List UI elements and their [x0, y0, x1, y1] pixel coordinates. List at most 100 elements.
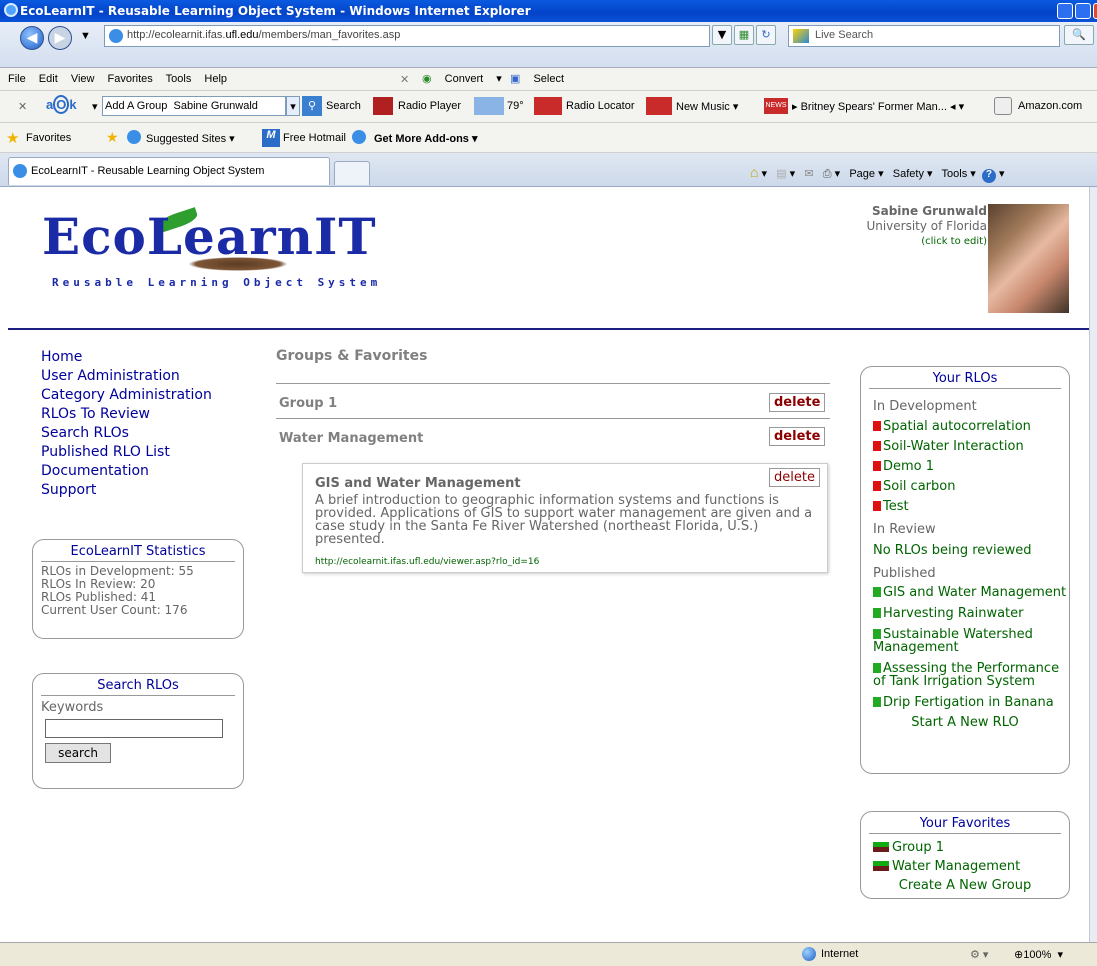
menu-help[interactable]: Help [204, 73, 227, 85]
tools-menu[interactable]: Tools ▾ [942, 168, 976, 180]
search-button[interactable]: search [45, 743, 111, 763]
close-button[interactable] [1093, 3, 1097, 19]
nav-rlos-to-review[interactable]: RLOs To Review [41, 405, 212, 424]
toolbar-radio-player[interactable]: Radio Player [398, 100, 461, 112]
close-toolbar-icon[interactable]: ✕ [400, 73, 409, 86]
help-icon[interactable]: ? [981, 169, 996, 183]
toolbar-new-music[interactable]: New Music ▾ [676, 100, 738, 113]
select-button[interactable]: ▣ Select [510, 72, 574, 85]
rlo-dev-item[interactable]: Demo 1 [861, 460, 1069, 473]
rlo-pub-item[interactable]: Harvesting Rainwater [861, 607, 1069, 620]
menu-edit[interactable]: Edit [39, 73, 58, 85]
in-review-label: In Review [873, 522, 936, 537]
search-go-icon[interactable]: 🔍 [1064, 25, 1094, 45]
nav-support[interactable]: Support [41, 481, 212, 500]
page-icon [109, 29, 123, 43]
rlo-pub-label: GIS and Water Management [883, 585, 1067, 600]
address-dropdown-icon[interactable]: ▼ [712, 25, 732, 45]
user-info[interactable]: Sabine Grunwald University of Florida (c… [866, 204, 987, 249]
favorites-button[interactable]: Favorites [26, 132, 71, 144]
forward-button[interactable]: ▶ [48, 26, 72, 50]
home-icon[interactable]: ⌂ [750, 164, 758, 180]
zoom-label: 100% [1023, 949, 1052, 961]
live-search-input[interactable]: Live Search [788, 25, 1060, 47]
toolbar-temp[interactable]: 79° [507, 100, 524, 112]
user-photo[interactable] [988, 204, 1069, 313]
menu-bar: File Edit View Favorites Tools Help ✕ ◉ … [0, 68, 1097, 91]
refresh-icon[interactable]: ↻ [756, 25, 776, 45]
start-new-rlo-link[interactable]: Start A New RLO [861, 716, 1069, 729]
rlo-dev-item[interactable]: Soil carbon [861, 480, 1069, 493]
delete-group-button[interactable]: delete [769, 393, 826, 412]
delete-group-button[interactable]: delete [769, 427, 826, 446]
site-logo[interactable]: EcoLearnIT [42, 207, 377, 266]
minimize-button[interactable] [1057, 3, 1073, 19]
nav-home[interactable]: Home [41, 348, 212, 367]
keywords-input[interactable] [45, 719, 223, 738]
red-flag-icon [873, 421, 881, 431]
rlo-dev-label: Test [883, 499, 909, 514]
ask-dropdown-icon[interactable]: ▾ [92, 100, 98, 113]
address-bar[interactable]: http://ecolearnit.ifas.ufl.edu/members/m… [104, 25, 710, 47]
favorite-url[interactable]: http://ecolearnit.ifas.ufl.edu/viewer.as… [315, 557, 539, 567]
group-name[interactable]: Water Management [279, 431, 423, 446]
rlo-dev-item[interactable]: Soil-Water Interaction [861, 440, 1069, 453]
create-new-group-link[interactable]: Create A New Group [861, 878, 1069, 893]
convert-button[interactable]: ◉ Convert ▾ [422, 72, 502, 85]
ask-search-dropdown-icon[interactable]: ▾ [286, 96, 300, 116]
zoom-control[interactable]: ⊕100% ▾ [1014, 948, 1063, 961]
tab-active[interactable]: EcoLearnIT - Reusable Learning Object Sy… [8, 157, 330, 185]
ask-logo-icon[interactable]: aOk [46, 95, 77, 114]
back-button[interactable]: ◀ [20, 26, 44, 50]
nav-search-rlos[interactable]: Search RLOs [41, 424, 212, 443]
menu-tools[interactable]: Tools [166, 73, 192, 85]
menu-file[interactable]: File [8, 73, 26, 85]
ask-search-input[interactable]: Add A Group Sabine Grunwald [102, 96, 286, 116]
new-tab-button[interactable] [334, 161, 370, 185]
rlo-pub-item[interactable]: Sustainable Watershed Management [861, 628, 1069, 654]
get-more-addons[interactable]: Get More Add-ons ▾ [374, 132, 478, 145]
compatibility-icon[interactable]: ▦ [734, 25, 754, 45]
page-menu[interactable]: Page ▾ [849, 168, 883, 180]
mail-icon[interactable]: ✉ [804, 168, 813, 180]
safety-menu[interactable]: Safety ▾ [893, 168, 933, 180]
rlo-pub-item[interactable]: GIS and Water Management [861, 586, 1069, 599]
group-row: Group 1 [276, 383, 830, 418]
rlo-pub-item[interactable]: Drip Fertigation in Banana [861, 696, 1069, 709]
group-name[interactable]: Group 1 [279, 396, 337, 411]
toolbar-search[interactable]: Search [326, 100, 361, 112]
vertical-scrollbar[interactable] [1089, 187, 1097, 942]
feeds-icon[interactable]: ▤ [776, 168, 786, 180]
rlo-dev-item[interactable]: Test [861, 500, 1069, 513]
menu-favorites[interactable]: Favorites [108, 73, 153, 85]
search-icon[interactable]: ⚲ [302, 96, 322, 116]
in-development-label: In Development [873, 399, 977, 414]
favorite-group-item[interactable]: Water Management [861, 859, 1069, 874]
nav-user-administration[interactable]: User Administration [41, 367, 212, 386]
rlo-dev-item[interactable]: Spatial autocorrelation [861, 420, 1069, 433]
history-dropdown-icon[interactable]: ▼ [80, 30, 91, 42]
print-icon[interactable]: ⎙ [823, 168, 832, 180]
favorite-title[interactable]: GIS and Water Management [315, 476, 521, 491]
free-hotmail[interactable]: Free Hotmail [283, 132, 346, 144]
nav-published-rlo-list[interactable]: Published RLO List [41, 443, 212, 462]
menu-view[interactable]: View [71, 73, 95, 85]
page-title: Groups & Favorites [276, 348, 428, 364]
nav-documentation[interactable]: Documentation [41, 462, 212, 481]
delete-favorite-button[interactable]: delete [769, 468, 820, 487]
suggested-sites-label: Suggested Sites [146, 133, 227, 145]
toolbar-radio-locator[interactable]: Radio Locator [566, 100, 635, 112]
suggested-sites[interactable]: Suggested Sites ▾ [146, 132, 235, 145]
toolbar-amazon[interactable]: Amazon.com [1018, 100, 1082, 112]
maximize-button[interactable] [1075, 3, 1091, 19]
rlo-pub-item[interactable]: Assessing the Performance of Tank Irriga… [861, 662, 1069, 688]
favorite-group-item[interactable]: Group 1 [861, 840, 1069, 855]
toolbar-news[interactable]: ▸ Britney Spears' Former Man... ◂ ▾ [792, 100, 964, 113]
add-favorite-icon[interactable]: ★ [106, 129, 119, 146]
nav-category-administration[interactable]: Category Administration [41, 386, 212, 405]
statistics-title: EcoLearnIT Statistics [41, 540, 235, 562]
protected-mode-icon[interactable]: ⚙ ▾ [970, 948, 988, 961]
close-toolbar-icon[interactable]: ✕ [18, 100, 27, 113]
edit-profile-link[interactable]: (click to edit) [866, 234, 987, 249]
live-search-icon [793, 29, 809, 43]
